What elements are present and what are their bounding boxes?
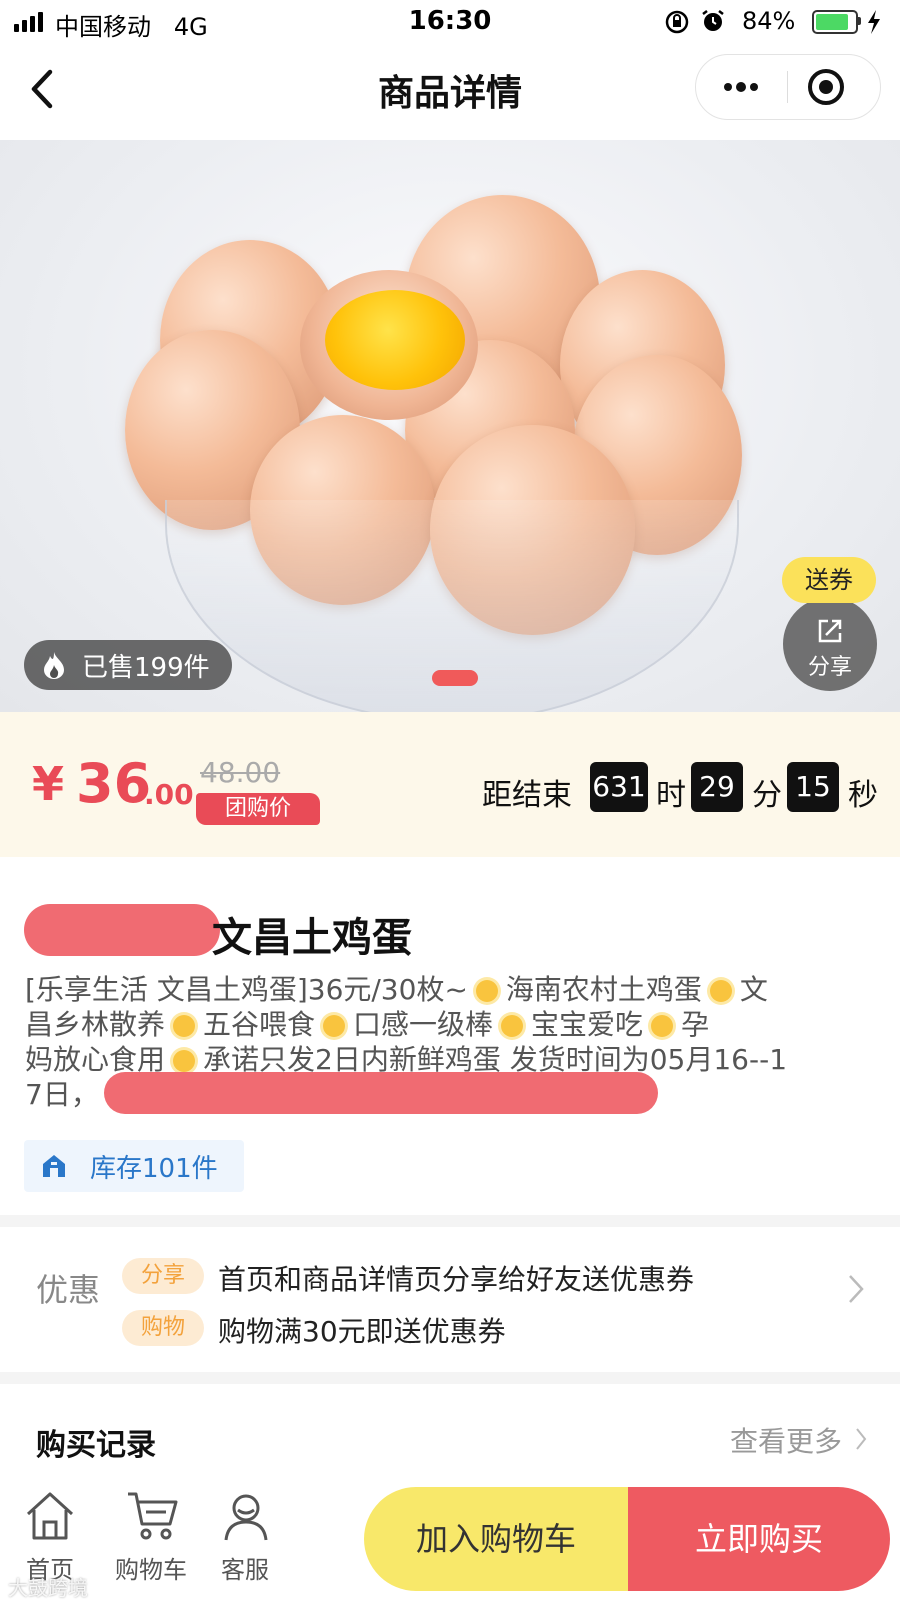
nav-bar: 商品详情 <box>0 44 900 136</box>
status-time: 16:30 <box>408 6 492 36</box>
product-title: 文昌土鸡蛋 <box>212 915 412 961</box>
product-image[interactable] <box>0 140 900 712</box>
page-title: 商品详情 <box>377 73 522 114</box>
share-label: 分享 <box>807 655 852 680</box>
rotation-lock-icon <box>665 10 689 34</box>
price-decimal: .00 <box>144 778 194 811</box>
back-icon[interactable] <box>20 64 70 114</box>
share-button[interactable]: 分享 <box>783 597 877 691</box>
watermark: 大鼓跨境 <box>8 1576 88 1600</box>
seconds-unit: 秒 <box>848 778 878 813</box>
egg-yolk <box>325 290 465 390</box>
coupon-tag[interactable]: 送券 <box>782 557 876 603</box>
price-integer: 36 <box>76 752 152 815</box>
sun-icon <box>501 1015 524 1037</box>
sun-icon <box>323 1015 346 1037</box>
promo-tag-shopping: 购物 <box>122 1310 204 1346</box>
original-price: 48.00 <box>200 756 281 789</box>
promotions-row[interactable] <box>0 1227 900 1372</box>
stock-badge: 库存101件 <box>24 1140 244 1192</box>
countdown-seconds: 15 <box>787 762 839 812</box>
battery-percent: 84% <box>742 7 796 35</box>
fire-icon <box>44 652 64 679</box>
redaction-mark <box>24 904 220 956</box>
sun-icon <box>173 1050 196 1072</box>
tab-support[interactable]: 客服 <box>200 1550 290 1585</box>
promo-text-share: 首页和商品详情页分享给好友送优惠券 <box>218 1263 695 1296</box>
sun-icon <box>475 980 498 1002</box>
view-more-link[interactable]: 查看更多 <box>730 1420 842 1460</box>
more-icon[interactable] <box>716 69 766 105</box>
currency-symbol: ¥ <box>32 757 65 811</box>
chevron-right-icon <box>849 1275 864 1303</box>
add-to-cart-button[interactable]: 加入购物车 <box>364 1487 628 1591</box>
countdown-minutes: 29 <box>691 762 743 812</box>
sold-count-badge: 已售199件 <box>24 640 232 690</box>
chevron-right-icon <box>856 1428 867 1450</box>
sold-count-label: 已售199件 <box>82 652 210 683</box>
share-icon <box>818 619 842 643</box>
miniprogram-capsule <box>695 54 881 120</box>
sun-icon <box>709 980 732 1002</box>
promo-tag-share: 分享 <box>122 1258 204 1294</box>
section-divider <box>0 1215 900 1227</box>
minutes-unit: 分 <box>752 778 782 813</box>
home-icon[interactable] <box>22 1488 78 1544</box>
redaction-mark <box>104 1072 658 1114</box>
tab-cart[interactable]: 购物车 <box>106 1550 196 1585</box>
status-bar: 中国移动 4G 16:30 84% <box>0 0 900 44</box>
group-price-tag: 团购价 <box>196 793 320 825</box>
buy-now-button[interactable]: 立即购买 <box>628 1487 890 1591</box>
countdown-label: 距结束 <box>482 778 572 813</box>
store-icon <box>43 1155 65 1177</box>
promo-text-shopping: 购物满30元即送优惠券 <box>218 1315 506 1348</box>
carrier-name: 中国移动 4G <box>55 13 208 41</box>
network-type: 4G <box>173 13 208 41</box>
countdown-hours: 631 <box>590 762 648 812</box>
sun-icon <box>173 1015 196 1037</box>
carousel-indicator[interactable] <box>432 670 478 686</box>
hours-unit: 时 <box>656 778 686 813</box>
promotions-label: 优惠 <box>36 1271 101 1309</box>
close-miniprogram-icon[interactable] <box>806 67 846 107</box>
stock-label: 库存101件 <box>90 1153 218 1184</box>
alarm-icon <box>702 10 724 31</box>
signal-icon <box>14 12 43 32</box>
charging-icon <box>868 10 880 34</box>
purchase-records-title: 购买记录 <box>36 1428 156 1463</box>
battery-icon <box>812 10 858 34</box>
support-icon[interactable] <box>218 1488 274 1544</box>
cart-icon[interactable] <box>124 1488 180 1544</box>
sun-icon <box>651 1015 674 1037</box>
section-divider <box>0 1372 900 1384</box>
